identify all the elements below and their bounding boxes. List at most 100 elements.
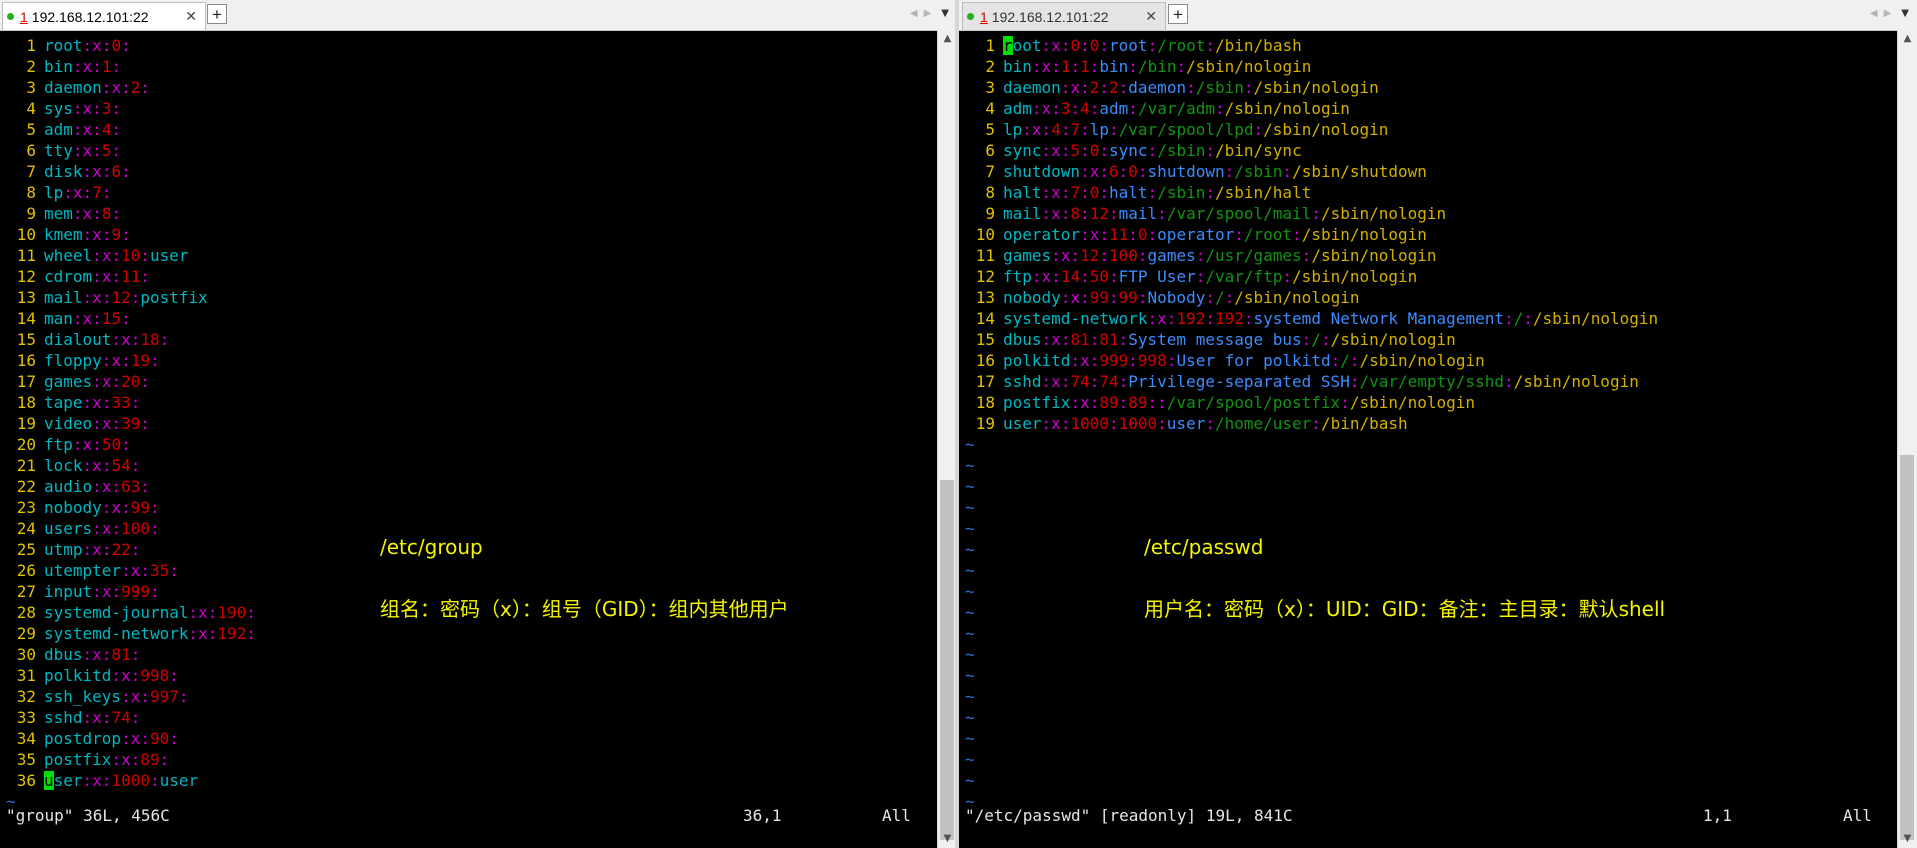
terminal-screen[interactable]: 1 root:x:0:0:root:/root:/bin/bash 2 bin:x:1… xyxy=(959,30,1898,848)
line-field: : xyxy=(1060,204,1071,223)
prev-tab-icon[interactable]: ◀ xyxy=(1870,8,1884,19)
line-field: : xyxy=(1099,225,1109,244)
line-field: : xyxy=(82,225,93,244)
line-field: : xyxy=(1041,414,1052,433)
line-number: 18 xyxy=(975,393,995,412)
scroll-up-icon[interactable]: ▲ xyxy=(1898,30,1917,48)
scroll-thumb[interactable] xyxy=(1900,455,1914,840)
line-field: 63 xyxy=(121,477,141,496)
line-field: 0 xyxy=(1137,225,1148,244)
line-field: : xyxy=(1080,225,1090,244)
line-field: x xyxy=(1080,351,1090,370)
line-field: : xyxy=(149,351,160,370)
line-number: 24 xyxy=(16,519,36,538)
line-field: 81 xyxy=(1099,330,1119,349)
line-field: : xyxy=(101,36,112,55)
line-field: : xyxy=(82,540,93,559)
file-line: 11 games:x:12:100:games:/usr/games:/sbin/… xyxy=(959,245,1658,266)
line-number: 14 xyxy=(975,309,995,328)
scroll-thumb[interactable] xyxy=(940,480,954,840)
tab-menu-icon[interactable]: ▼ xyxy=(1901,8,1909,19)
line-field: bin xyxy=(1003,57,1032,76)
line-field: 81 xyxy=(111,645,131,664)
file-line: 14 systemd-network:x:192:192:systemd Netw… xyxy=(959,308,1658,329)
file-line: 11 wheel:x:10:user xyxy=(0,245,256,266)
line-field: : xyxy=(1051,57,1061,76)
line-field: /sbin xyxy=(1157,141,1206,160)
line-field: halt xyxy=(1003,183,1042,202)
scroll-down-icon[interactable]: ▼ xyxy=(1898,830,1917,848)
line-number: 31 xyxy=(16,666,36,685)
line-field: 12 xyxy=(1089,204,1109,223)
line-field: 7 xyxy=(1070,120,1081,139)
line-field: x xyxy=(92,771,102,790)
vertical-scrollbar[interactable]: ▲ ▼ xyxy=(937,30,957,848)
vertical-scrollbar[interactable]: ▲ ▼ xyxy=(1897,30,1917,848)
prev-tab-icon[interactable]: ◀ xyxy=(910,8,924,19)
line-field: daemon xyxy=(1128,78,1187,97)
line-field: shutdown xyxy=(1147,162,1225,181)
line-field: x xyxy=(1041,99,1052,118)
line-field: : xyxy=(72,57,83,76)
next-tab-icon[interactable]: ▶ xyxy=(1884,8,1898,19)
line-field: /root xyxy=(1157,36,1206,55)
close-icon[interactable]: ✕ xyxy=(1145,8,1157,25)
empty-line-marker: ~ xyxy=(965,771,975,790)
line-field: : xyxy=(111,372,122,391)
left-terminal-window: 1 192.168.12.101:22 ✕ + ◀▶ ▼ 1 root:x:0: 2 b… xyxy=(0,0,957,848)
line-field: postfix xyxy=(1003,393,1071,412)
line-field: : xyxy=(1080,288,1090,307)
line-field: : xyxy=(1099,162,1109,181)
line-field: 11 xyxy=(1108,225,1129,244)
line-number: 27 xyxy=(16,582,36,601)
line-field: : xyxy=(1205,183,1215,202)
line-field: : xyxy=(1031,57,1042,76)
close-icon[interactable]: ✕ xyxy=(185,8,197,25)
file-line: 27 input:x:999: xyxy=(0,581,256,602)
line-field: : xyxy=(1157,414,1167,433)
line-field: 22 xyxy=(111,540,131,559)
tab-menu-icon[interactable]: ▼ xyxy=(941,8,949,19)
line-field: /sbin/nologin xyxy=(1311,246,1437,265)
line-field: x xyxy=(1157,309,1167,328)
terminal-screen[interactable]: 1 root:x:0: 2 bin:x:1: 3 daemon:x:2: 4 sys:x:3:… xyxy=(0,30,938,848)
line-field: ser xyxy=(53,771,83,790)
line-field: x xyxy=(1051,183,1061,202)
line-field: : xyxy=(169,729,179,748)
file-line: 18 postfix:x:89:89::/var/spool/postfix:/s… xyxy=(959,392,1658,413)
line-field: : xyxy=(169,561,179,580)
line-field: x xyxy=(92,456,102,475)
line-field: /root xyxy=(1243,225,1293,244)
line-field: x xyxy=(1070,78,1081,97)
line-field: systemd-network xyxy=(1003,309,1148,328)
line-number: 18 xyxy=(16,393,36,412)
line-field: : xyxy=(82,708,93,727)
line-field: 54 xyxy=(111,456,131,475)
line-field: x xyxy=(92,162,102,181)
line-field: /sbin/nologin xyxy=(1224,99,1350,118)
line-field: sync xyxy=(1109,141,1148,160)
line-field: : xyxy=(1330,351,1341,370)
line-field: : xyxy=(1205,309,1215,328)
line-field: : xyxy=(1205,414,1215,433)
line-field: : xyxy=(1118,162,1129,181)
file-line: 4 sys:x:3: xyxy=(0,98,256,119)
line-field: : xyxy=(92,372,102,391)
next-tab-icon[interactable]: ▶ xyxy=(924,8,938,19)
line-field: : xyxy=(130,456,141,475)
new-tab-button[interactable]: + xyxy=(207,4,227,24)
line-field: : xyxy=(1147,141,1158,160)
line-field: : xyxy=(1503,372,1514,391)
file-line: 17 games:x:20: xyxy=(0,371,256,392)
line-field: : xyxy=(130,540,141,559)
line-number: 6 xyxy=(26,141,36,160)
line-field: : xyxy=(1253,120,1264,139)
line-field: : xyxy=(159,750,170,769)
line-field: games xyxy=(1003,246,1052,265)
session-tab[interactable]: 1 192.168.12.101:22 ✕ xyxy=(2,2,206,30)
line-field: : xyxy=(1108,288,1119,307)
new-tab-button[interactable]: + xyxy=(1168,4,1188,24)
line-field: 192 xyxy=(217,624,247,643)
line-number: 25 xyxy=(16,540,36,559)
session-tab[interactable]: 1 192.168.12.101:22 ✕ xyxy=(962,2,1166,30)
